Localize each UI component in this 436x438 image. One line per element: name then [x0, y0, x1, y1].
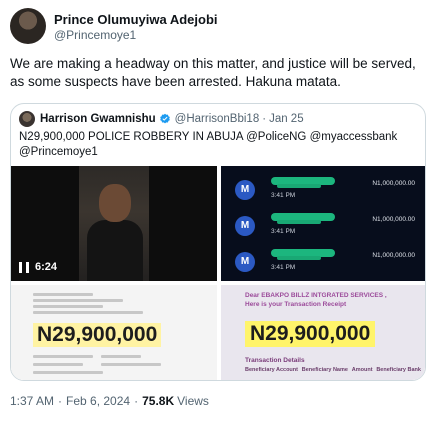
transaction-row: M 3:41 PM N1,000,000.00	[221, 242, 425, 280]
tweet-text: We are making a headway on this matter, …	[10, 56, 416, 89]
quoted-author-avatar[interactable]	[19, 111, 35, 127]
video-thumbnail[interactable]: 6:24	[11, 166, 217, 281]
transactions-image[interactable]: M 3:41 PM N1,000,000.00 M 3:41 PM N1,000…	[221, 166, 425, 281]
transfer-amount: N29,900,000	[33, 323, 162, 347]
transaction-amount: N1,000,000.00	[372, 252, 415, 259]
video-duration: 6:24	[35, 261, 58, 273]
bank-logo-icon: M	[235, 252, 255, 272]
redaction-mark	[277, 220, 321, 224]
receipt-image[interactable]: Dear EBAKPO BILLZ INTGRATED SERVICES , H…	[221, 285, 425, 380]
media-grid: 6:24 M 3:41 PM N1,000,000.00 M 3:41 PM N…	[11, 166, 425, 380]
transaction-row: M 3:41 PM N1,000,000.00	[221, 170, 425, 208]
pause-icon[interactable]	[19, 261, 29, 273]
separator-dot: ·	[58, 394, 63, 408]
author-name[interactable]: Prince Olumuyiwa Adejobi	[54, 12, 218, 27]
transaction-details-label: Transaction Details	[245, 357, 305, 364]
bank-logo-icon: M	[235, 216, 255, 236]
separator-dot: ·	[262, 113, 267, 125]
quoted-author-handle[interactable]: @HarrisonBbi18	[175, 113, 260, 125]
transfer-document-image[interactable]: N29,900,000	[11, 285, 217, 380]
redaction-mark	[277, 256, 321, 260]
quoted-tweet-date[interactable]: Jan 25	[269, 113, 304, 125]
receipt-title-line: Here is your Transaction Receipt	[245, 301, 347, 308]
tweet-time[interactable]: 1:37 AM	[10, 394, 54, 408]
author-handle[interactable]: @Princemoye1	[54, 27, 218, 43]
detail-column: Beneficiary Bank	[376, 367, 421, 373]
quoted-tweet-header: Harrison Gwamnishu @HarrisonBbi18 · Jan …	[19, 111, 304, 127]
verified-badge-icon	[159, 113, 170, 124]
detail-column: Beneficiary Account	[245, 367, 298, 373]
views-count[interactable]: 75.8K	[142, 394, 174, 408]
author-avatar[interactable]	[10, 8, 46, 44]
quoted-tweet[interactable]: Harrison Gwamnishu @HarrisonBbi18 · Jan …	[10, 103, 426, 381]
quoted-tweet-text: N29,900,000 POLICE ROBBERY IN ABUJA @Pol…	[19, 131, 398, 158]
detail-columns: Beneficiary Account Beneficiary Name Amo…	[245, 367, 421, 373]
transaction-amount: N1,000,000.00	[372, 216, 415, 223]
author-block: Prince Olumuyiwa Adejobi @Princemoye1	[54, 12, 218, 43]
person-figure-head	[99, 184, 131, 222]
detail-column: Amount	[351, 367, 373, 373]
detail-column: Beneficiary Name	[301, 367, 348, 373]
views-label: Views	[177, 394, 209, 408]
transaction-time: 3:41 PM	[271, 264, 296, 271]
transaction-row: M 3:41 PM N1,000,000.00	[221, 206, 425, 244]
video-controls[interactable]: 6:24	[19, 261, 57, 273]
quoted-author-name[interactable]: Harrison Gwamnishu	[40, 113, 156, 125]
transaction-time: 3:41 PM	[271, 228, 296, 235]
redaction-mark	[277, 184, 321, 188]
receipt-title: Dear EBAKPO BILLZ INTGRATED SERVICES , H…	[245, 291, 387, 309]
bank-logo-icon: M	[235, 180, 255, 200]
receipt-title-line: Dear EBAKPO BILLZ INTGRATED SERVICES ,	[245, 292, 387, 299]
person-figure-body	[87, 220, 143, 281]
receipt-amount: N29,900,000	[245, 321, 376, 347]
transaction-time: 3:41 PM	[271, 192, 296, 199]
transaction-amount: N1,000,000.00	[372, 180, 415, 187]
separator-dot: ·	[134, 394, 139, 408]
tweet-date[interactable]: Feb 6, 2024	[66, 394, 130, 408]
tweet-metadata: 1:37 AM · Feb 6, 2024 · 75.8K Views	[10, 394, 209, 408]
